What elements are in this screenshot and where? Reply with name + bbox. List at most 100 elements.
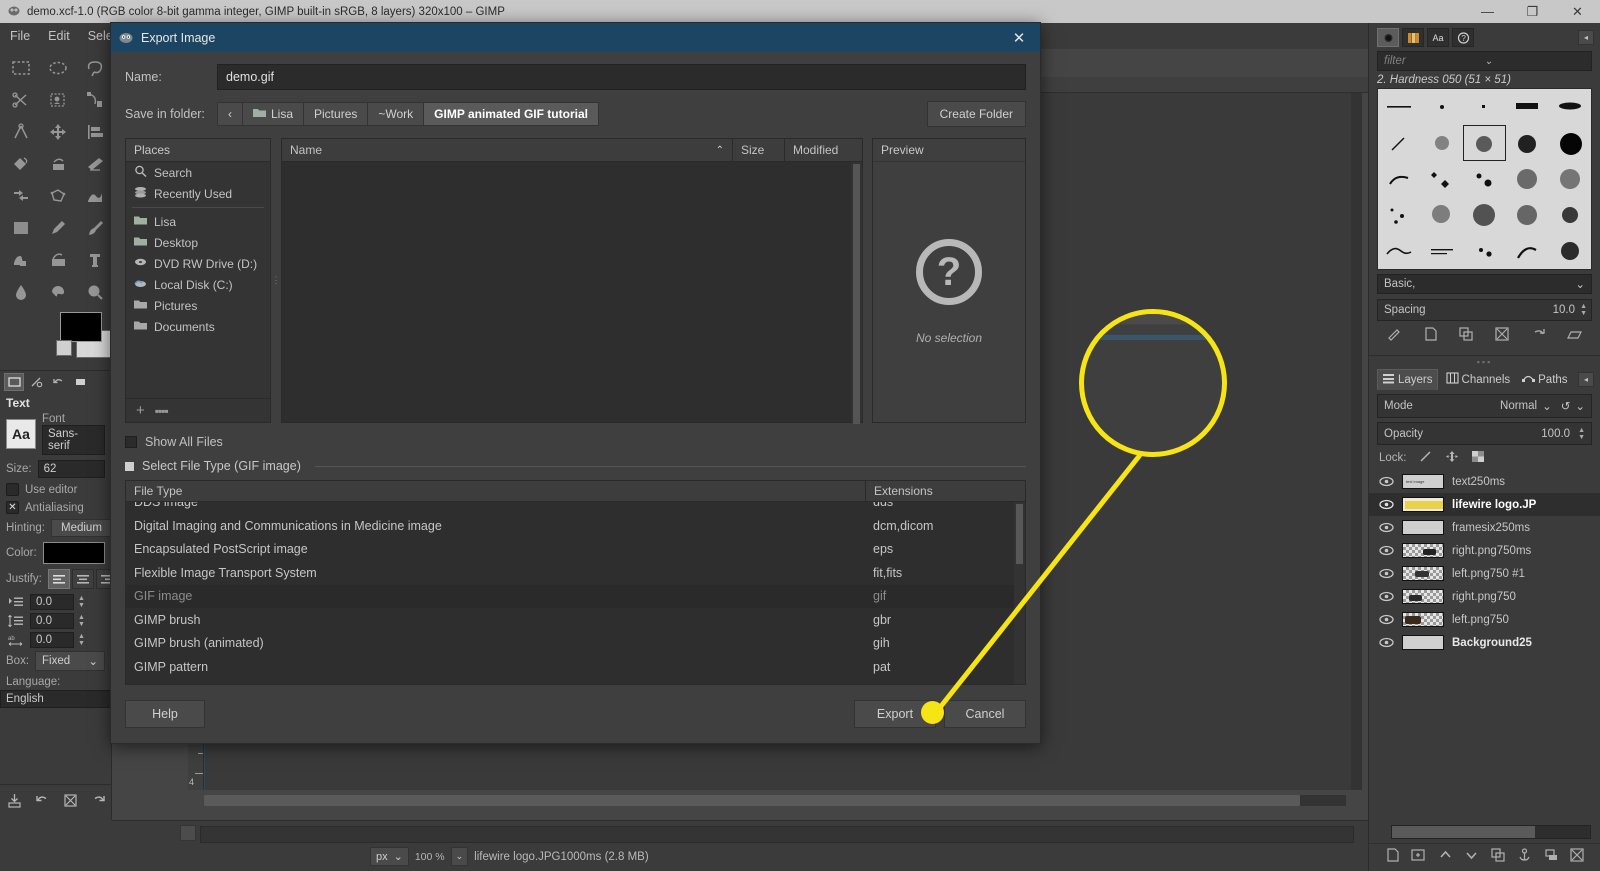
brush-cell[interactable] — [1421, 233, 1464, 269]
column-header-modified[interactable]: Modified — [784, 139, 862, 161]
show-all-files-checkbox[interactable] — [125, 436, 137, 448]
brush-cell[interactable] — [1378, 161, 1421, 197]
table-row[interactable]: Flexible Image Transport System fit,fits — [126, 561, 1025, 585]
layer-scroll-slider[interactable] — [1391, 825, 1591, 839]
help-button[interactable]: Help — [125, 700, 205, 728]
spacing-stepper[interactable]: ▲ ▼ — [1580, 303, 1587, 317]
remove-place-button[interactable]: ▪▪▪▪ — [155, 404, 169, 418]
sidebar-item-desktop[interactable]: Desktop — [126, 232, 270, 253]
brush-cell[interactable] — [1463, 89, 1506, 125]
brush-cell[interactable] — [1506, 125, 1549, 161]
eraser-tool-icon[interactable] — [2, 244, 39, 276]
table-row[interactable]: lifewire logo.JP — [1369, 493, 1600, 516]
pencil-tool-icon[interactable] — [39, 212, 76, 244]
language-input[interactable]: English — [0, 690, 112, 708]
ellipse-select-tool-icon[interactable] — [39, 52, 76, 84]
sidebar-item-documents[interactable]: Documents — [126, 316, 270, 337]
font-preview-icon[interactable]: Aa — [6, 419, 36, 449]
letter-spacing-stepper[interactable]: ▲ ▼ — [78, 633, 85, 647]
sidebar-item-local-disk[interactable]: Local Disk (C:) — [126, 274, 270, 295]
close-icon[interactable]: ✕ — [1006, 29, 1032, 47]
undo-history-tab-icon[interactable] — [48, 373, 68, 391]
box-select[interactable]: Fixed ⌄ — [35, 651, 105, 671]
fuzzy-select-tool-icon[interactable] — [39, 84, 76, 116]
column-header-name[interactable]: Name ⌃ — [282, 139, 732, 161]
new-layer-group-icon[interactable] — [1411, 848, 1426, 867]
zoom-dropdown-button[interactable]: ⌄ — [450, 847, 469, 866]
column-header-extensions[interactable]: Extensions — [865, 481, 1025, 501]
lower-layer-icon[interactable] — [1464, 848, 1479, 867]
table-row[interactable]: left.png750 — [1369, 608, 1600, 631]
brush-cell[interactable] — [1506, 197, 1549, 233]
raise-layer-icon[interactable] — [1438, 848, 1453, 867]
brush-tag-select[interactable]: Basic, ⌄ — [1377, 274, 1592, 294]
opacity-stepper[interactable]: ▲ ▼ — [1578, 427, 1585, 441]
cage-transform-tool-icon[interactable] — [39, 180, 76, 212]
warp-transform-tool-icon[interactable] — [76, 180, 113, 212]
bucket-fill-tool-icon[interactable] — [2, 212, 39, 244]
layer-visibility-icon[interactable] — [1379, 499, 1394, 510]
chevron-down-icon[interactable]: ⌄ — [1485, 56, 1586, 67]
create-folder-button[interactable]: Create Folder — [926, 101, 1026, 127]
table-row[interactable]: Background25 — [1369, 631, 1600, 654]
layers-dock-menu-button[interactable]: ◂ — [1578, 372, 1594, 387]
brush-cell[interactable] — [1548, 233, 1591, 269]
duplicate-layer-icon[interactable] — [1491, 848, 1506, 867]
foreground-color-swatch[interactable] — [60, 312, 102, 342]
brush-filter-field[interactable]: filter ⌄ — [1377, 51, 1592, 71]
table-row[interactable]: framesix250ms — [1369, 516, 1600, 539]
table-row[interactable]: DDS image dds — [126, 502, 1025, 514]
sidebar-item-dvd-drive[interactable]: DVD RW Drive (D:) — [126, 253, 270, 274]
patterns-tab-icon[interactable] — [1402, 28, 1424, 47]
dock-drag-handle[interactable]: ▪▪▪ — [1369, 358, 1600, 367]
layer-opacity-slider[interactable]: Opacity 100.0 ▲ ▼ — [1377, 422, 1592, 445]
layer-visibility-icon[interactable] — [1379, 476, 1394, 487]
images-tab-icon[interactable] — [70, 373, 90, 391]
breadcrumb-item-lisa[interactable]: Lisa — [242, 102, 304, 126]
brush-cell[interactable] — [1421, 161, 1464, 197]
file-list-scrollbar[interactable] — [851, 162, 862, 424]
indent-input[interactable]: 0.0 — [30, 594, 74, 610]
text-color-swatch[interactable] — [42, 542, 105, 564]
layer-visibility-icon[interactable] — [1379, 545, 1394, 556]
menu-edit[interactable]: Edit — [48, 29, 70, 43]
brush-cell[interactable] — [1378, 89, 1421, 125]
hinting-select[interactable]: Medium — [51, 519, 112, 537]
brush-cell[interactable] — [1506, 161, 1549, 197]
letter-spacing-input[interactable]: 0.0 — [30, 632, 74, 648]
scissors-select-tool-icon[interactable] — [2, 84, 39, 116]
brush-grid[interactable] — [1377, 88, 1592, 270]
table-row[interactable]: GIMP pattern pat — [126, 655, 1025, 679]
justify-left-button[interactable] — [47, 569, 70, 589]
table-row-selected[interactable]: GIF image gif — [126, 584, 1025, 608]
chevron-down-icon[interactable]: ⌄ — [1575, 399, 1585, 413]
file-type-scrollbar[interactable] — [1014, 502, 1025, 684]
zoom-value[interactable]: 100 % — [415, 851, 445, 863]
duplicate-brush-icon[interactable] — [1459, 326, 1474, 346]
column-header-file-type[interactable]: File Type — [126, 481, 865, 501]
new-brush-icon[interactable] — [1423, 326, 1438, 346]
edit-brush-icon[interactable] — [1387, 327, 1402, 346]
canvas-vertical-scrollbar[interactable] — [1351, 93, 1362, 790]
brushes-tab-icon[interactable] — [1377, 28, 1399, 47]
brush-cell[interactable] — [1463, 161, 1506, 197]
brush-cell[interactable] — [1506, 89, 1549, 125]
tab-layers[interactable]: Layers — [1377, 369, 1438, 390]
anchor-layer-icon[interactable] — [1517, 848, 1532, 867]
brush-cell[interactable] — [1548, 161, 1591, 197]
sidebar-item-recently-used[interactable]: Recently Used — [126, 183, 270, 204]
align-tool-icon[interactable] — [76, 116, 113, 148]
brush-cell[interactable] — [1421, 89, 1464, 125]
table-row[interactable]: GIMP brush (animated) gih — [126, 632, 1025, 656]
layer-visibility-icon[interactable] — [1379, 591, 1394, 602]
cancel-button[interactable]: Cancel — [944, 700, 1026, 728]
paths-tool-icon[interactable] — [76, 84, 113, 116]
table-row[interactable]: GIMP brush gbr — [126, 608, 1025, 632]
sidebar-item-pictures[interactable]: Pictures — [126, 295, 270, 316]
paintbrush-tool-icon[interactable] — [76, 212, 113, 244]
fonts-tab-icon[interactable]: Aa — [1427, 28, 1449, 47]
file-list-body[interactable] — [282, 162, 862, 424]
file-type-rows[interactable]: DDS image dds Digital Imaging and Commun… — [126, 502, 1025, 684]
brush-cell[interactable] — [1378, 233, 1421, 269]
menu-file[interactable]: File — [10, 29, 30, 43]
